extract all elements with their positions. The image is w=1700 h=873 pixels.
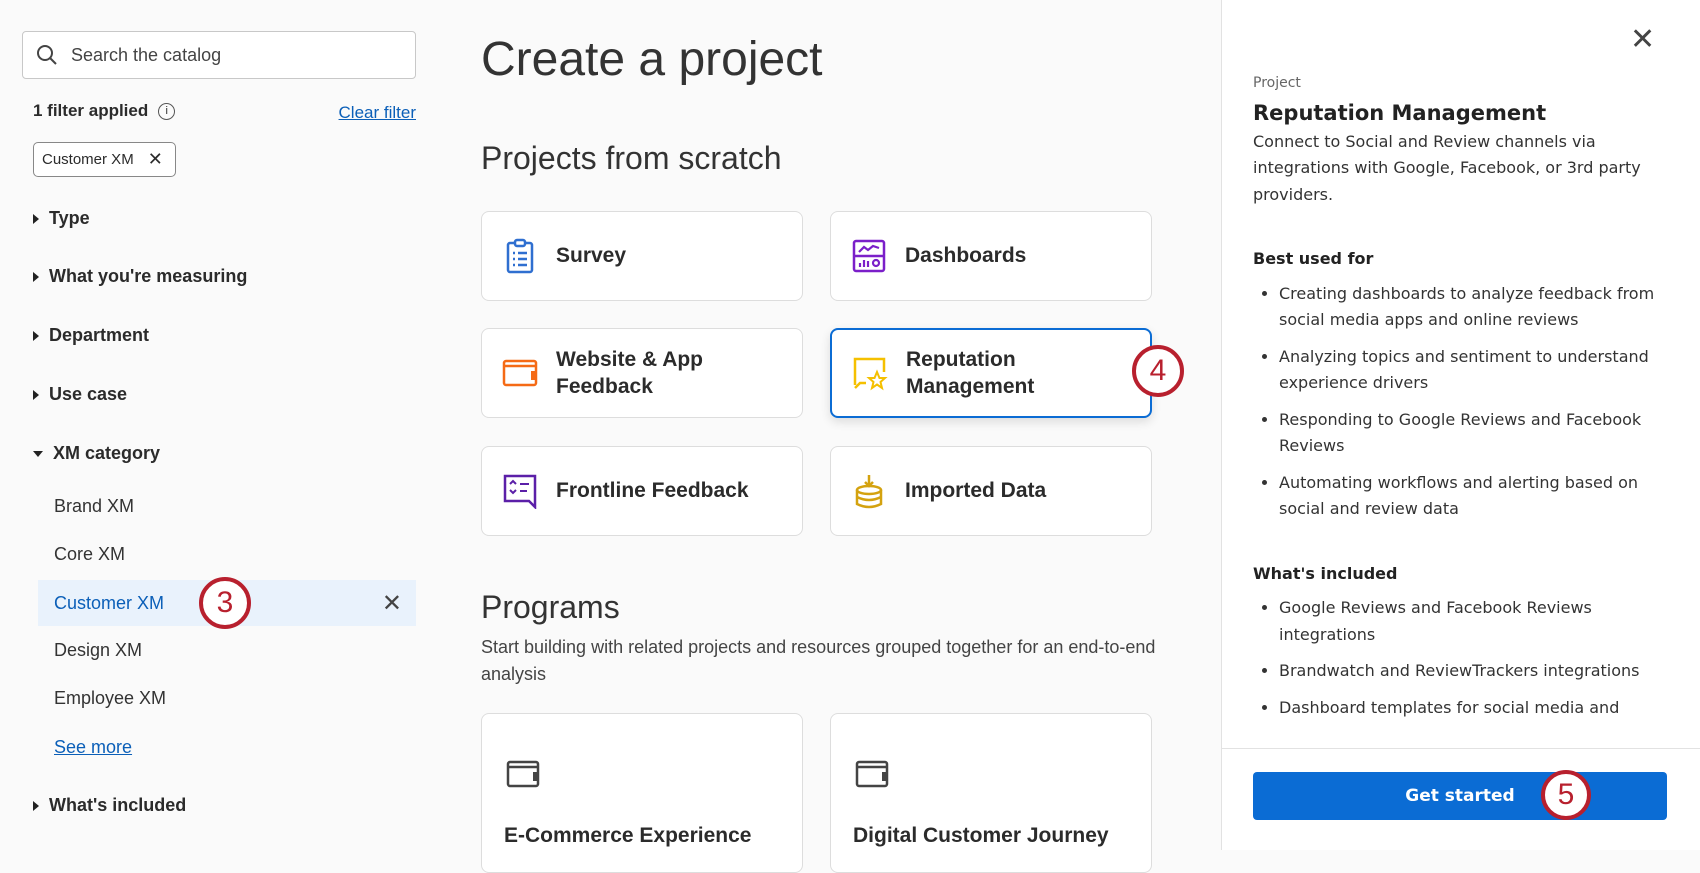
card-website-app-feedback[interactable]: Website & App Feedback: [481, 328, 803, 418]
card-dashboards[interactable]: Dashboards: [830, 211, 1152, 301]
browser-window-icon: [506, 760, 540, 788]
get-started-button[interactable]: Get started: [1253, 772, 1667, 820]
program-card-ecommerce[interactable]: E-Commerce Experience: [481, 713, 803, 873]
card-label: Dashboards: [905, 244, 1027, 267]
close-icon[interactable]: ✕: [148, 149, 163, 170]
facet-label: What's included: [49, 795, 187, 815]
card-survey[interactable]: Survey: [481, 211, 803, 301]
clear-filter-link[interactable]: Clear filter: [339, 103, 416, 123]
facet-use-case[interactable]: Use case: [33, 384, 127, 405]
step-badge-4: 4: [1132, 345, 1184, 397]
feedback-bubble-icon: [503, 474, 537, 509]
facet-whats-included[interactable]: What's included: [33, 795, 186, 816]
card-label: Frontline Feedback: [556, 479, 749, 502]
option-label: Customer XM: [54, 592, 165, 613]
search-icon: [37, 45, 57, 65]
option-design-xm[interactable]: Design XM: [54, 640, 142, 661]
list-item: Responding to Google Reviews and Faceboo…: [1279, 407, 1673, 460]
review-star-icon: [853, 357, 888, 391]
section-heading-scratch: Projects from scratch: [481, 140, 782, 176]
list-item: Creating dashboards to analyze feedback …: [1279, 281, 1673, 334]
card-label: E-Commerce Experience: [504, 824, 752, 847]
filter-count: 1 filter applied i: [33, 101, 176, 121]
list-item: Brandwatch and ReviewTrackers integratio…: [1279, 658, 1673, 685]
card-label: Imported Data: [905, 479, 1047, 502]
filter-chip[interactable]: Customer XM ✕: [33, 142, 176, 177]
card-label: Reputation Management: [906, 348, 1035, 398]
panel-title: Reputation Management: [1253, 100, 1547, 125]
database-import-icon: [855, 475, 883, 509]
detail-panel: Project Reputation Management Connect to…: [1221, 0, 1700, 850]
programs-description: Start building with related projects and…: [481, 637, 1156, 684]
page-title: Create a project: [481, 33, 823, 86]
caret-right-icon: [33, 800, 39, 811]
card-label: Digital Customer Journey: [853, 824, 1109, 847]
dashboard-icon: [852, 239, 886, 273]
panel-body[interactable]: Project Reputation Management Connect to…: [1253, 70, 1673, 746]
section-heading-programs: Programs: [481, 589, 620, 625]
list-item: Google Reviews and Facebook Reviews inte…: [1279, 595, 1673, 648]
see-more-link[interactable]: See more: [54, 737, 132, 758]
facet-measuring[interactable]: What you're measuring: [33, 266, 247, 287]
panel-description: Connect to Social and Review channels vi…: [1253, 131, 1641, 204]
facet-department[interactable]: Department: [33, 325, 149, 346]
caret-right-icon: [33, 330, 39, 341]
facet-label: XM category: [53, 443, 161, 463]
caret-right-icon: [33, 271, 39, 282]
browser-window-icon: [502, 359, 538, 387]
step-badge-5: 5: [1541, 770, 1591, 820]
close-icon[interactable]: ✕: [1630, 22, 1655, 57]
option-brand-xm[interactable]: Brand XM: [54, 496, 134, 517]
panel-label: Project: [1253, 75, 1301, 91]
card-label: Website & App Feedback: [556, 348, 704, 398]
caret-right-icon: [33, 213, 39, 224]
filter-count-label: 1 filter applied: [33, 101, 149, 120]
option-employee-xm[interactable]: Employee XM: [54, 688, 166, 709]
included-heading: What's included: [1253, 563, 1398, 583]
best-used-list: Creating dashboards to analyze feedback …: [1253, 281, 1673, 523]
card-label: Survey: [556, 244, 627, 267]
search-input-box[interactable]: [22, 31, 416, 79]
facet-type[interactable]: Type: [33, 208, 90, 229]
step-badge-3: 3: [199, 577, 251, 629]
chip-label: Customer XM: [42, 151, 134, 168]
program-card-digital-journey[interactable]: Digital Customer Journey: [830, 713, 1152, 873]
option-core-xm[interactable]: Core XM: [54, 544, 125, 565]
clipboard-icon: [506, 238, 534, 274]
facet-label: Type: [49, 208, 90, 228]
facet-label: What you're measuring: [49, 266, 248, 286]
list-item: Dashboard templates for social media and: [1279, 695, 1673, 722]
card-imported-data[interactable]: Imported Data: [830, 446, 1152, 536]
list-item: Analyzing topics and sentiment to unders…: [1279, 344, 1673, 397]
card-frontline-feedback[interactable]: Frontline Feedback: [481, 446, 803, 536]
browser-window-icon: [855, 760, 889, 788]
facet-xm-category[interactable]: XM category: [33, 443, 160, 464]
card-reputation-management[interactable]: Reputation Management: [830, 328, 1152, 418]
best-used-heading: Best used for: [1253, 249, 1374, 268]
facet-label: Department: [49, 325, 150, 345]
search-input[interactable]: [71, 44, 391, 66]
included-list: Google Reviews and Facebook Reviews inte…: [1253, 595, 1673, 721]
close-icon[interactable]: ✕: [382, 589, 402, 618]
caret-right-icon: [33, 389, 39, 400]
list-item: Automating workflows and alerting based …: [1279, 470, 1673, 523]
caret-down-icon: [33, 450, 43, 457]
facet-label: Use case: [49, 384, 128, 404]
info-icon[interactable]: i: [158, 102, 176, 120]
panel-footer: Get started 5: [1222, 748, 1700, 850]
